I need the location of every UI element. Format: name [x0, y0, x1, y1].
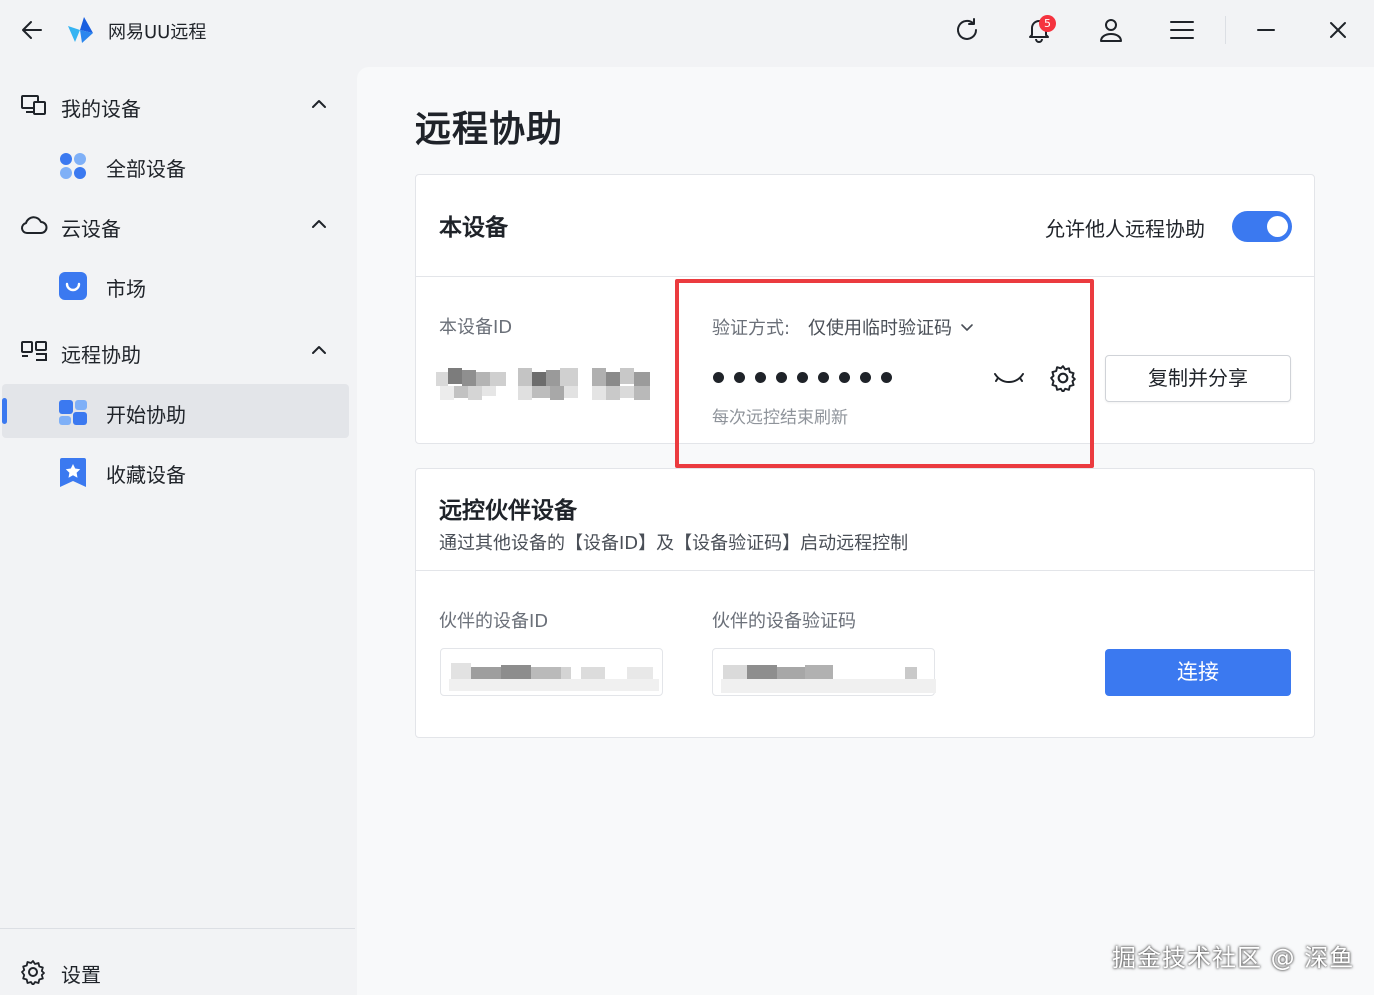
sidebar-item-label: 全部设备 — [106, 157, 186, 181]
card-divider — [416, 570, 1314, 571]
partner-device-subtitle: 通过其他设备的【设备ID】及【设备验证码】启动远程控制 — [439, 533, 909, 554]
settings-label: 设置 — [61, 963, 101, 987]
refresh-hint: 每次远控结束刷新 — [712, 408, 848, 428]
refresh-icon[interactable] — [947, 10, 987, 50]
partner-code-input[interactable] — [712, 648, 936, 696]
notification-badge: 5 — [1039, 15, 1056, 32]
start-assist-icon — [58, 397, 88, 427]
sidebar-item-market[interactable]: 市场 — [0, 258, 355, 314]
star-bookmark-icon — [58, 457, 88, 489]
sidebar-group-remote-assist[interactable]: 远程协助 — [0, 324, 355, 380]
temporary-password-masked — [713, 372, 892, 383]
settings-button[interactable]: 设置 — [0, 945, 355, 995]
allow-remote-toggle[interactable] — [1232, 211, 1292, 242]
remote-assist-icon — [20, 340, 48, 362]
minimize-icon[interactable] — [1246, 10, 1286, 50]
verify-method-value: 仅使用临时验证码 — [808, 318, 952, 339]
close-icon[interactable] — [1318, 10, 1358, 50]
all-devices-icon — [58, 151, 88, 181]
sidebar-item-label: 开始协助 — [106, 403, 186, 427]
partner-code-label: 伙伴的设备验证码 — [712, 611, 856, 632]
sidebar-group-my-devices[interactable]: 我的设备 — [0, 78, 355, 134]
verify-method-label: 验证方式: — [712, 318, 791, 339]
titlebar-divider — [1225, 16, 1226, 44]
chevron-up-icon[interactable] — [310, 218, 328, 230]
partner-id-input[interactable] — [440, 648, 663, 696]
eye-closed-icon[interactable] — [992, 364, 1026, 390]
cloud-icon — [20, 214, 48, 236]
sidebar-item-favorite-devices[interactable]: 收藏设备 — [0, 444, 355, 500]
device-id-label: 本设备ID — [439, 317, 513, 338]
partner-device-title: 远控伙伴设备 — [439, 498, 577, 524]
sidebar-item-label: 收藏设备 — [106, 463, 186, 487]
verify-method-select[interactable]: 仅使用临时验证码 — [808, 314, 974, 340]
sidebar-group-label: 云设备 — [61, 217, 121, 241]
allow-remote-label: 允许他人远程协助 — [1045, 217, 1205, 241]
gear-icon — [20, 959, 46, 985]
sidebar-group-label: 远程协助 — [61, 343, 141, 367]
card-divider — [416, 276, 1314, 277]
market-bag-icon — [58, 271, 88, 301]
copy-share-button[interactable]: 复制并分享 — [1105, 355, 1291, 402]
chevron-down-icon — [960, 322, 974, 332]
sidebar-item-all-devices[interactable]: 全部设备 — [0, 138, 355, 194]
this-device-title: 本设备 — [439, 215, 508, 241]
watermark-text: 掘金技术社区 @ 深鱼 — [1112, 944, 1355, 972]
connect-button[interactable]: 连接 — [1105, 649, 1291, 696]
app-logo-icon — [66, 16, 96, 44]
chevron-up-icon[interactable] — [310, 344, 328, 356]
sidebar-group-label: 我的设备 — [61, 97, 141, 121]
gear-icon[interactable] — [1049, 364, 1077, 392]
title-bar: 网易UU远程 5 — [0, 0, 1374, 60]
device-id-value-blurred — [436, 366, 656, 402]
back-arrow-icon[interactable] — [12, 10, 52, 50]
partner-id-label: 伙伴的设备ID — [439, 611, 549, 632]
user-icon[interactable] — [1091, 10, 1131, 50]
app-title: 网易UU远程 — [108, 22, 207, 43]
notification-button[interactable]: 5 — [1019, 10, 1059, 50]
menu-icon[interactable] — [1162, 10, 1202, 50]
sidebar-item-label: 市场 — [106, 277, 146, 301]
sidebar-item-start-assist[interactable]: 开始协助 — [0, 384, 355, 440]
sidebar-divider — [0, 928, 355, 929]
devices-icon — [20, 94, 48, 116]
page-title: 远程协助 — [415, 109, 564, 150]
sidebar-group-cloud-devices[interactable]: 云设备 — [0, 198, 355, 254]
chevron-up-icon[interactable] — [310, 98, 328, 110]
